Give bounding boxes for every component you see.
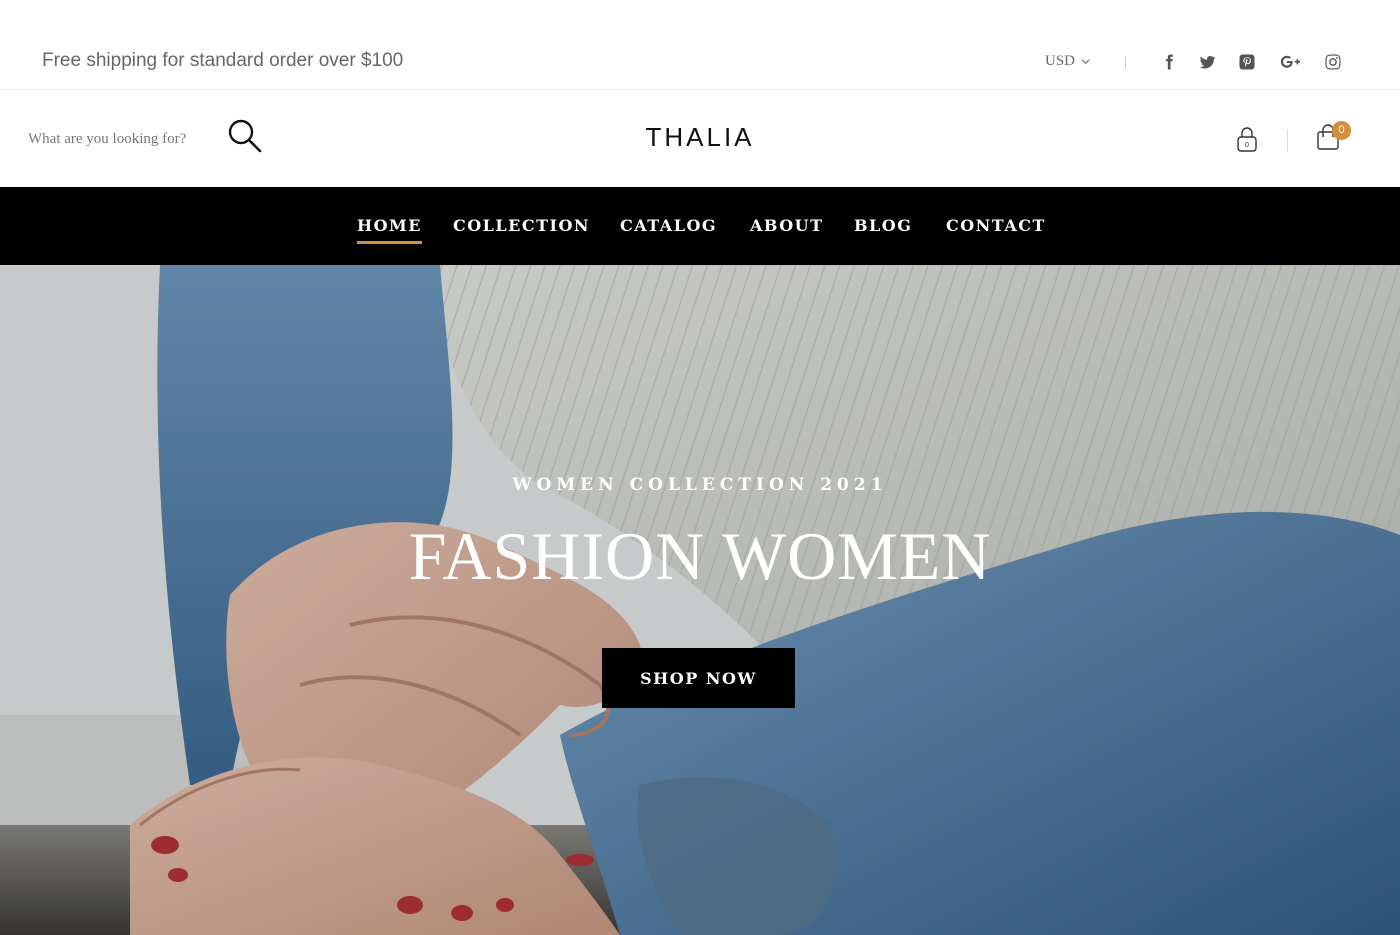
svg-text:0: 0 <box>1245 142 1249 149</box>
hero-headline: FASHION WOMEN <box>408 518 992 594</box>
divider <box>1125 56 1126 68</box>
site-header: THALIA 0 0 <box>0 90 1400 187</box>
pinterest-icon[interactable] <box>1238 51 1256 73</box>
nav-item-collection[interactable]: COLLECTION <box>453 216 590 235</box>
nav-item-contact[interactable]: CONTACT <box>946 216 1046 235</box>
divider <box>1287 130 1288 152</box>
currency-label: USD <box>1045 53 1076 69</box>
currency-selector[interactable]: USD <box>1045 53 1090 70</box>
twitter-icon[interactable] <box>1198 51 1216 73</box>
instagram-icon[interactable] <box>1324 51 1342 73</box>
cart-count-badge: 0 <box>1332 121 1351 140</box>
nav-item-catalog[interactable]: CATALOG <box>620 216 717 235</box>
shipping-promo: Free shipping for standard order over $1… <box>42 50 404 71</box>
shop-now-button[interactable]: SHOP NOW <box>602 648 795 708</box>
nav-item-blog[interactable]: BLOG <box>854 216 912 235</box>
chevron-down-icon <box>1081 59 1090 65</box>
main-nav: HOME COLLECTION CATALOG ABOUT BLOG CONTA… <box>0 187 1400 265</box>
nav-item-about[interactable]: ABOUT <box>750 216 824 235</box>
lock-icon[interactable]: 0 <box>1235 125 1259 153</box>
top-bar: Free shipping for standard order over $1… <box>0 0 1400 90</box>
site-logo[interactable]: THALIA <box>0 122 1400 153</box>
nav-item-home[interactable]: HOME <box>357 216 422 244</box>
google-plus-icon[interactable] <box>1278 51 1304 73</box>
hero-banner: WOMEN COLLECTION 2021 FASHION WOMEN SHOP… <box>0 265 1400 935</box>
hero-eyebrow: WOMEN COLLECTION 2021 <box>512 475 888 495</box>
hero-image <box>0 265 1400 935</box>
facebook-icon[interactable] <box>1160 51 1178 73</box>
